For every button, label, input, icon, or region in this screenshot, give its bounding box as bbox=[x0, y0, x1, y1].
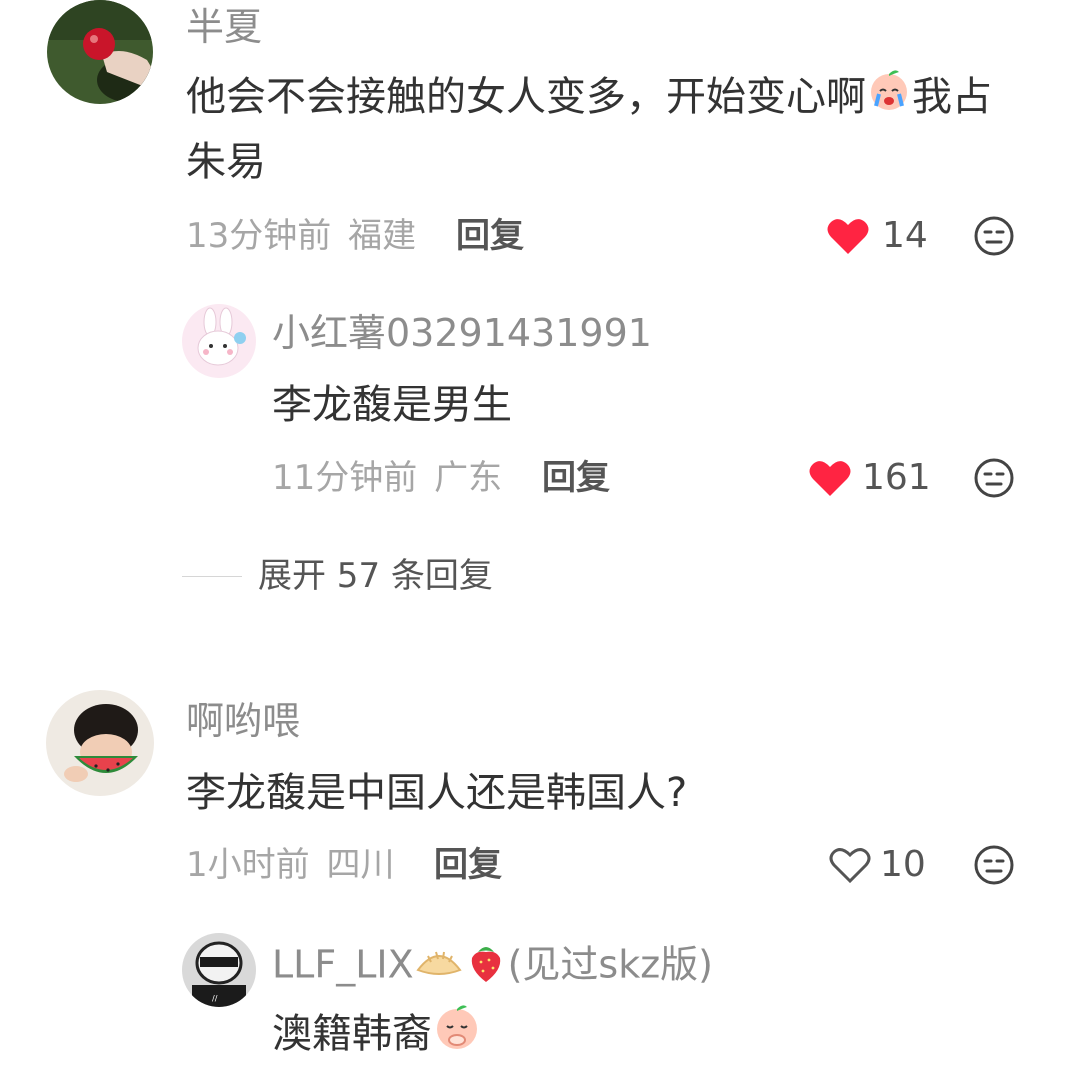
comment-location: 福建 bbox=[348, 216, 417, 256]
divider-line bbox=[182, 576, 242, 577]
reply-text: 澳籍韩裔 bbox=[272, 1002, 482, 1070]
comment-text-line2: 朱易 bbox=[186, 139, 266, 185]
avatar[interactable] bbox=[46, 690, 154, 796]
comment-username[interactable]: 啊哟喂 bbox=[186, 698, 300, 744]
dumpling-icon bbox=[414, 942, 464, 992]
reply-button[interactable]: 回复 bbox=[542, 456, 610, 500]
reply-avatar[interactable] bbox=[182, 304, 256, 378]
dislike-button[interactable] bbox=[973, 844, 1015, 886]
expand-replies-label: 展开 57 条回复 bbox=[258, 556, 493, 596]
comment-time: 13分钟前 bbox=[186, 216, 332, 256]
heart-filled-icon bbox=[827, 219, 869, 254]
apple-in-hand-avatar-icon bbox=[47, 0, 153, 104]
reply-text-main: 澳籍韩裔 bbox=[272, 1011, 432, 1057]
comment-text-main: 他会不会接触的女人变多，开始变心啊 bbox=[186, 74, 866, 120]
reply-meta: 11分钟前 广东 bbox=[272, 456, 502, 500]
like-count: 14 bbox=[882, 215, 928, 256]
reply-button[interactable]: 回复 bbox=[434, 843, 502, 887]
comment-username[interactable]: 半夏 bbox=[186, 4, 262, 50]
dislike-button[interactable] bbox=[973, 215, 1015, 257]
avatar[interactable] bbox=[47, 0, 153, 104]
pleading-peach-emoji-icon bbox=[432, 1002, 482, 1070]
reply-username[interactable]: 小红薯03291431991 bbox=[272, 310, 652, 356]
comment-meta: 13分钟前 福建 bbox=[186, 214, 416, 258]
like-count: 161 bbox=[862, 457, 931, 498]
crying-peach-emoji-icon bbox=[866, 67, 912, 131]
masked-person-avatar-icon: // bbox=[182, 933, 256, 1007]
reply-time: 11分钟前 bbox=[272, 458, 418, 498]
dislike-button[interactable] bbox=[973, 457, 1015, 499]
reply-username[interactable]: LLF_LIX (见过skz版) bbox=[272, 940, 713, 994]
reply-location: 广东 bbox=[434, 458, 503, 498]
reply-username-tail: (见过skz版) bbox=[507, 942, 714, 987]
comment-text: 他会不会接触的女人变多，开始变心啊 我占 朱易 bbox=[186, 66, 1046, 193]
reply-username-main: LLF_LIX bbox=[272, 942, 414, 987]
reply-avatar[interactable]: // bbox=[182, 933, 256, 1007]
comment-meta: 1小时前 四川 bbox=[186, 843, 394, 887]
meh-face-icon bbox=[974, 845, 1014, 885]
like-count: 10 bbox=[880, 844, 926, 885]
bunny-avatar-icon bbox=[182, 304, 256, 378]
comment-text: 李龙馥是中国人还是韩国人? bbox=[186, 770, 688, 816]
comment-text-tail: 我占 bbox=[912, 74, 992, 120]
reply-button[interactable]: 回复 bbox=[456, 214, 524, 258]
strawberry-icon bbox=[464, 940, 508, 994]
meh-face-icon bbox=[974, 216, 1014, 256]
comment-location: 四川 bbox=[326, 845, 395, 885]
svg-text://: // bbox=[212, 994, 218, 1003]
heart-filled-icon bbox=[809, 461, 851, 496]
comment-time: 1小时前 bbox=[186, 845, 310, 885]
reply-text: 李龙馥是男生 bbox=[272, 382, 512, 428]
heart-outline-icon bbox=[829, 848, 871, 884]
child-eating-watermelon-avatar-icon bbox=[46, 690, 154, 796]
meh-face-icon bbox=[974, 458, 1014, 498]
